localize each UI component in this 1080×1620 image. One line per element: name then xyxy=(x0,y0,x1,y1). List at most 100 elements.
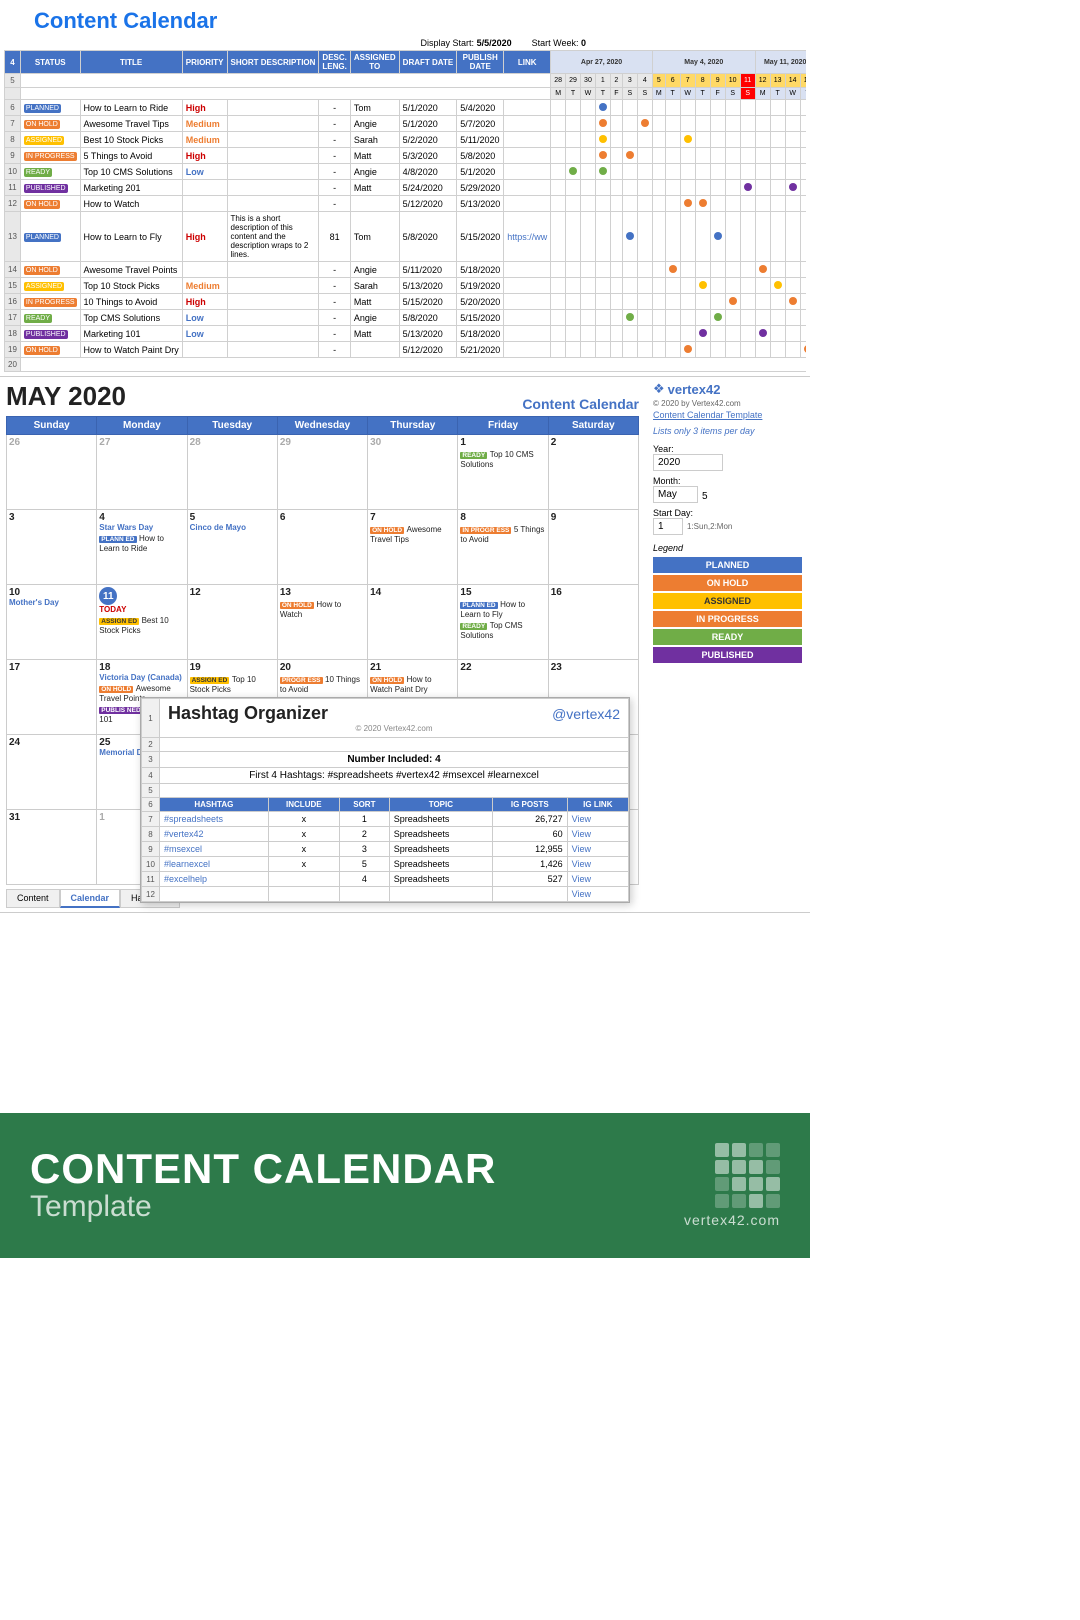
cal-cell-w1d4: 7 ON HOLD Awesome Travel Tips xyxy=(368,510,458,585)
cell-assigned-1: Angie xyxy=(350,116,399,132)
gantt-week-apr27: Apr 27, 2020 xyxy=(551,51,653,74)
cell-assigned-8: Angie xyxy=(350,262,399,278)
status-badge: PLANNED xyxy=(24,104,61,113)
cal-event: ASSIGN ED Top 10 Stock Picks xyxy=(190,674,275,694)
cell-title-5: Marketing 201 xyxy=(80,180,182,196)
gantt-empty-cell xyxy=(610,326,622,342)
cell-status-12: PUBLISHED xyxy=(20,326,80,342)
gantt-empty-cell xyxy=(710,342,725,358)
ht-row: 11 #excelhelp 4 Spreadsheets 527 View xyxy=(142,872,629,887)
cell-publish-5: 5/29/2020 xyxy=(457,180,504,196)
ht-cell-include: x xyxy=(268,812,339,827)
cell-publish-7: 5/15/2020 xyxy=(457,212,504,262)
ht-row: 12 View xyxy=(142,887,629,902)
cell-publish-10: 5/20/2020 xyxy=(457,294,504,310)
cell-priority-6 xyxy=(182,196,227,212)
ht-spacer5 xyxy=(160,784,629,798)
row-num-7: 7 xyxy=(5,116,21,132)
cell-len-9: - xyxy=(319,278,350,294)
gantt-dot-cell xyxy=(785,180,800,196)
legend-item-ready: READY xyxy=(653,629,802,645)
cal-event-label: READY xyxy=(460,452,487,459)
cal-holiday: Mother's Day xyxy=(9,598,94,607)
calendar-subtitle: Content Calendar xyxy=(522,396,639,412)
tab-content[interactable]: Content xyxy=(6,889,60,908)
cell-link-9 xyxy=(504,278,551,294)
cal-header-fri: Friday xyxy=(458,417,548,435)
tab-calendar[interactable]: Calendar xyxy=(60,889,121,908)
cell-status-6: ON HOLD xyxy=(20,196,80,212)
row-num-12: 12 xyxy=(5,196,21,212)
cell-assigned-5: Matt xyxy=(350,180,399,196)
cell-priority-13 xyxy=(182,342,227,358)
cell-link-10 xyxy=(504,294,551,310)
cell-status-7: PLANNED xyxy=(20,212,80,262)
ht-cell-link: View xyxy=(567,887,628,902)
gantt-empty-cell xyxy=(710,196,725,212)
hashtag-panel: 1 Hashtag Organizer @vertex42 © 2020 Ver… xyxy=(140,697,630,903)
cal-event-label: PUBLIS NED xyxy=(99,707,142,714)
gantt-empty-cell xyxy=(740,116,755,132)
cell-draft-8: 5/11/2020 xyxy=(399,262,457,278)
sidebar-template-link[interactable]: Content Calendar Template xyxy=(653,410,802,420)
gantt-dot xyxy=(774,281,782,289)
cal-cell-w2d5: 15 PLANN ED How to Learn to Fly READY To… xyxy=(458,585,548,660)
cell-draft-0: 5/1/2020 xyxy=(399,100,457,116)
gantt-empty-cell xyxy=(800,116,806,132)
gantt-empty-cell xyxy=(740,262,755,278)
cell-desc-0 xyxy=(227,100,319,116)
cell-publish-4: 5/1/2020 xyxy=(457,164,504,180)
row-num-8: 8 xyxy=(5,132,21,148)
ht-cell-tag: #msexcel xyxy=(160,842,269,857)
gantt-empty-cell xyxy=(665,180,680,196)
cal-cell-w0d1: 27 xyxy=(97,435,187,510)
row-num-9: 9 xyxy=(5,148,21,164)
gantt-empty-cell xyxy=(725,342,740,358)
gantt-empty-cell xyxy=(695,164,710,180)
gantt-day-30: 30 xyxy=(581,74,596,88)
col-len: DESC.LENG. xyxy=(319,51,350,74)
gantt-empty-cell xyxy=(566,180,581,196)
logo-icon: ❖ xyxy=(653,381,665,397)
gantt-empty-cell xyxy=(595,196,610,212)
col-title: TITLE xyxy=(80,51,182,74)
gantt-empty-cell xyxy=(710,116,725,132)
gantt-day-28: 28 xyxy=(551,74,566,88)
cell-len-3: - xyxy=(319,148,350,164)
cal-cell-w2d0: 10Mother's Day xyxy=(7,585,97,660)
cal-event-label: ON HOLD xyxy=(280,602,314,609)
mtwt-W1: W xyxy=(581,88,596,100)
month-input[interactable] xyxy=(653,486,698,503)
legend-item-assigned: ASSIGNED xyxy=(653,593,802,609)
cal-day-num: 8 xyxy=(460,512,545,523)
ht-copyright: © 2020 Vertex42.com xyxy=(168,724,620,733)
gantt-empty-cell xyxy=(680,212,695,262)
ht-cell-sort: 3 xyxy=(339,842,389,857)
gantt-dot-cell xyxy=(566,164,581,180)
ht-cell-include xyxy=(268,887,339,902)
cell-draft-13: 5/12/2020 xyxy=(399,342,457,358)
col-assigned: ASSIGNEDTO xyxy=(350,51,399,74)
status-badge: ON HOLD xyxy=(24,120,60,129)
ht-cell-include: x xyxy=(268,827,339,842)
status-badge: ON HOLD xyxy=(24,200,60,209)
status-badge: PUBLISHED xyxy=(24,330,68,339)
cell-assigned-7: Tom xyxy=(350,212,399,262)
gantt-day-8: 8 xyxy=(695,74,710,88)
gantt-day-2: 2 xyxy=(610,74,622,88)
mtwt-M1: M xyxy=(551,88,566,100)
gantt-empty-cell xyxy=(595,180,610,196)
gantt-empty-cell xyxy=(652,100,665,116)
gantt-dot xyxy=(744,183,752,191)
cal-day-num: 5 xyxy=(190,512,275,523)
gantt-empty-cell xyxy=(637,262,652,278)
cal-header-mon: Monday xyxy=(97,417,187,435)
mtwt-F1: F xyxy=(610,88,622,100)
gantt-empty-cell xyxy=(551,342,566,358)
ht-cell-link: View xyxy=(567,872,628,887)
cal-header-wed: Wednesday xyxy=(277,417,367,435)
row-num-11: 11 xyxy=(5,180,21,196)
startday-input[interactable] xyxy=(653,518,683,535)
year-input[interactable] xyxy=(653,454,723,471)
gantt-empty-cell xyxy=(652,196,665,212)
